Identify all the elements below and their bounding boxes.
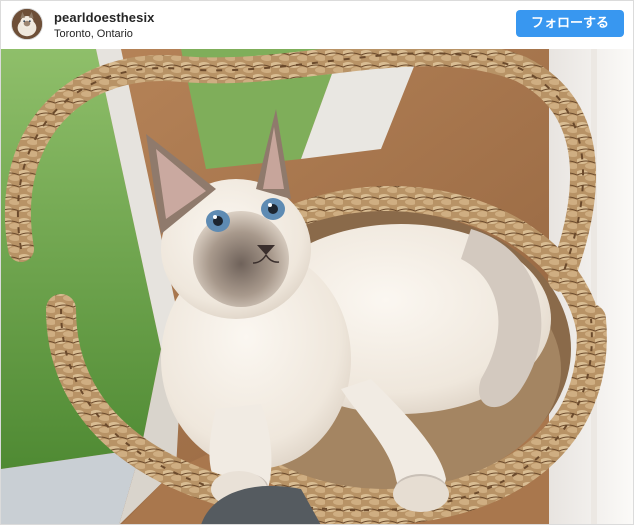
username[interactable]: pearldoesthesix	[54, 10, 155, 25]
post-photo[interactable]	[1, 49, 633, 524]
location[interactable]: Toronto, Ontario	[54, 28, 133, 40]
avatar-image	[12, 9, 42, 39]
follow-button[interactable]: フォローする	[516, 10, 624, 37]
cat-in-basket-image	[1, 49, 633, 524]
post-header: pearldoesthesix Toronto, Ontario フォローする	[1, 1, 633, 49]
avatar[interactable]	[11, 8, 43, 40]
instagram-post-embed: pearldoesthesix Toronto, Ontario フォローする	[0, 0, 634, 525]
